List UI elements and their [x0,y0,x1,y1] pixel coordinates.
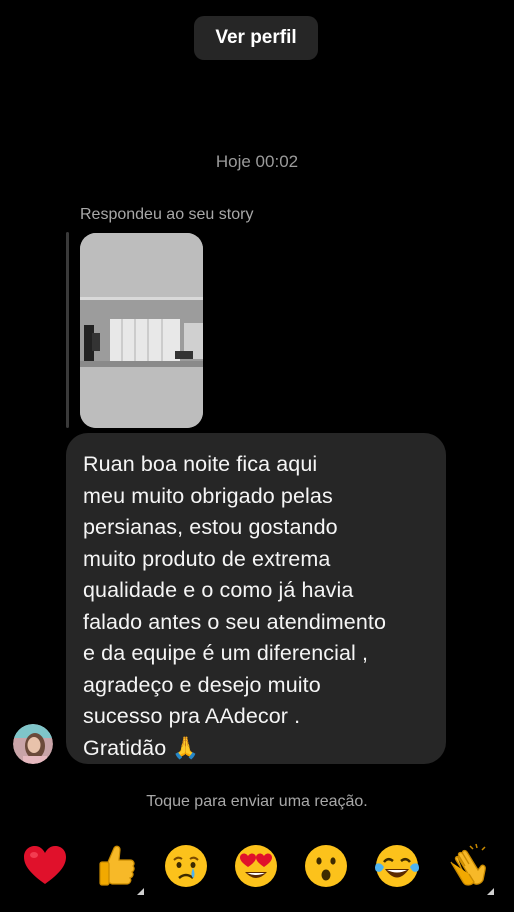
heart-icon [24,846,66,884]
story-image [80,233,203,428]
reaction-hint: Toque para enviar uma reação. [146,793,368,810]
more-reactions-indicator [137,888,144,895]
crying-face-icon [165,845,207,887]
heart-eyes-icon [235,845,277,887]
reaction-crying-face[interactable] [162,842,210,890]
thumbs-up-icon [99,845,135,886]
story-reply-label: Respondeu ao seu story [80,206,254,223]
reaction-tears-of-joy[interactable] [373,842,421,890]
message-timestamp: Hoje 00:02 [215,152,299,171]
message-bubble[interactable]: Ruan boa noite fica aqui meu muito obrig… [66,433,446,764]
clapping-hands-icon [450,843,486,886]
tears-of-joy-icon [375,845,419,887]
story-thumbnail[interactable] [80,233,203,428]
reaction-clapping-hands[interactable] [443,842,494,895]
view-profile-button[interactable]: Ver perfil [194,16,318,60]
story-reply-bar [66,232,69,428]
reaction-bar [0,836,514,896]
reaction-thumbs-up[interactable] [92,842,144,895]
more-reactions-indicator [487,888,494,895]
avatar-image [13,724,53,764]
reaction-red-heart[interactable] [21,842,69,890]
reaction-heart-eyes[interactable] [232,842,280,890]
sender-avatar[interactable] [13,724,53,764]
surprised-face-icon [305,845,347,887]
reaction-surprised-face[interactable] [302,842,350,890]
view-profile-label: Ver perfil [215,27,297,48]
